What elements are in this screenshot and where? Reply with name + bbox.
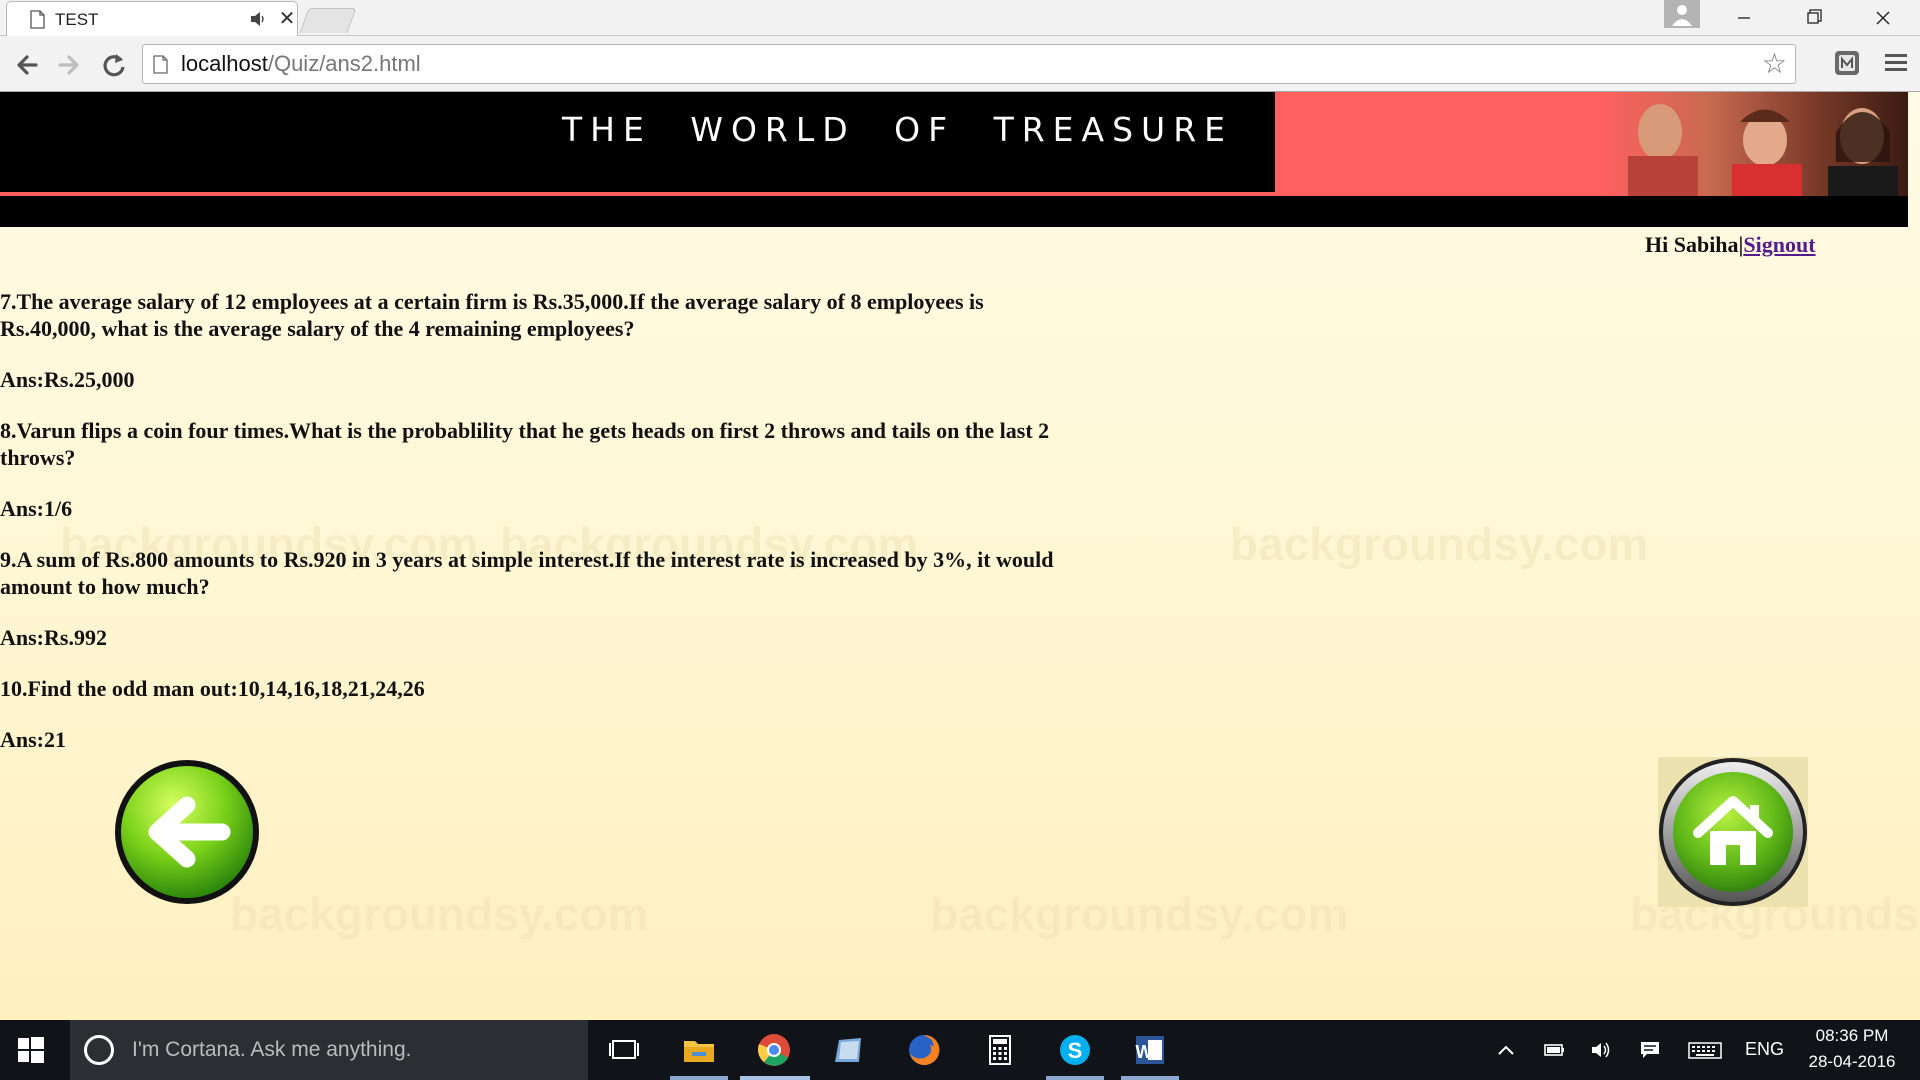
clock-date: 28-04-2016 (1808, 1052, 1896, 1071)
reload-icon[interactable] (99, 50, 129, 80)
svg-text:S: S (1068, 1038, 1083, 1063)
new-tab-button[interactable] (299, 8, 357, 33)
browser-tab-strip: TEST ✕ (0, 0, 1920, 36)
active-indicator (1046, 1076, 1104, 1080)
cortana-search[interactable]: I'm Cortana. Ask me anything. (70, 1020, 588, 1080)
site-banner: THE WORLD OF TREASURE (0, 92, 1908, 227)
volume-icon[interactable] (1590, 1040, 1612, 1060)
windows-taskbar: I'm Cortana. Ask me anything. S W ENG 08… (0, 1020, 1920, 1080)
browser-toolbar: localhost/Quiz/ans2.html ☆ (0, 36, 1920, 92)
active-indicator (670, 1076, 728, 1080)
extension-icon[interactable] (1832, 48, 1862, 78)
clock-time: 08:36 PM (1815, 1026, 1889, 1045)
home-button[interactable] (1658, 757, 1808, 907)
site-title: THE WORLD OF TREASURE (562, 110, 1233, 149)
active-indicator (1121, 1076, 1179, 1080)
banner-photo (1600, 92, 1908, 196)
notification-icon[interactable] (1639, 1040, 1661, 1060)
file-explorer-icon[interactable] (681, 1032, 717, 1068)
browser-tab[interactable]: TEST ✕ (6, 1, 298, 36)
profile-icon[interactable] (1664, 0, 1700, 28)
question-text: 8.Varun flips a coin four times.What is … (0, 418, 1050, 470)
notes-app-icon[interactable] (831, 1032, 867, 1068)
answer-text: Ans:21 (0, 727, 67, 752)
word-icon[interactable]: W (1132, 1032, 1168, 1068)
keyboard-icon[interactable] (1688, 1040, 1722, 1060)
question-text: 10.Find the odd man out:10,14,16,18,21,2… (0, 676, 425, 701)
speaker-icon[interactable] (250, 11, 268, 27)
watermark: backgroundsy.com (1230, 518, 1649, 570)
tab-title: TEST (55, 10, 99, 29)
quiz-answers: 7.The average salary of 12 employees at … (0, 288, 1080, 777)
tab-close-icon[interactable]: ✕ (277, 8, 297, 30)
chrome-icon[interactable] (756, 1032, 792, 1068)
minimize-icon[interactable] (1712, 0, 1776, 36)
active-indicator (740, 1076, 810, 1080)
page-icon (153, 55, 168, 74)
language-indicator[interactable]: ENG (1745, 1039, 1784, 1060)
url-text[interactable]: localhost/Quiz/ans2.html (181, 51, 421, 77)
task-view-icon[interactable] (606, 1032, 642, 1068)
back-arrow-icon[interactable] (12, 50, 42, 80)
page-icon (30, 10, 45, 29)
url-path: /Quiz/ans2.html (267, 51, 421, 76)
answer-text: Ans:Rs.25,000 (0, 367, 135, 392)
greeting-text: Hi Sabiha| (1645, 232, 1744, 257)
url-host: localhost (181, 51, 268, 76)
user-greeting: Hi Sabiha|Signout (1645, 232, 1816, 258)
address-bar[interactable]: localhost/Quiz/ans2.html ☆ (142, 44, 1796, 84)
svg-text:W: W (1136, 1042, 1153, 1062)
watermark: backgroundsy.com (930, 888, 1349, 940)
question-text: 7.The average salary of 12 employees at … (0, 289, 984, 341)
window-close-icon[interactable] (1850, 0, 1914, 36)
question-text: 9.A sum of Rs.800 amounts to Rs.920 in 3… (0, 547, 1054, 599)
forward-arrow-icon[interactable] (54, 50, 84, 80)
battery-icon[interactable] (1543, 1040, 1565, 1060)
home-icon (1659, 758, 1807, 906)
windows-start-icon[interactable] (18, 1037, 44, 1063)
answer-text: Ans:Rs.992 (0, 625, 107, 650)
firefox-icon[interactable] (906, 1032, 942, 1068)
bookmark-star-icon[interactable]: ☆ (1762, 49, 1787, 79)
back-button-icon[interactable] (112, 757, 262, 907)
watermark: backgroundsy.com (230, 888, 649, 940)
restore-icon[interactable] (1780, 0, 1844, 36)
web-page: backgroundsy.com backgroundsy.com backgr… (0, 92, 1920, 1020)
skype-icon[interactable]: S (1057, 1032, 1093, 1068)
cortana-placeholder: I'm Cortana. Ask me anything. (132, 1038, 412, 1061)
calculator-icon[interactable] (982, 1032, 1018, 1068)
chevron-up-icon[interactable] (1495, 1040, 1517, 1060)
cortana-icon (84, 1035, 114, 1065)
banner-divider (0, 192, 1275, 196)
answer-text: Ans:1/6 (0, 496, 73, 521)
menu-icon[interactable] (1883, 50, 1909, 76)
signout-link[interactable]: Signout (1743, 232, 1815, 257)
